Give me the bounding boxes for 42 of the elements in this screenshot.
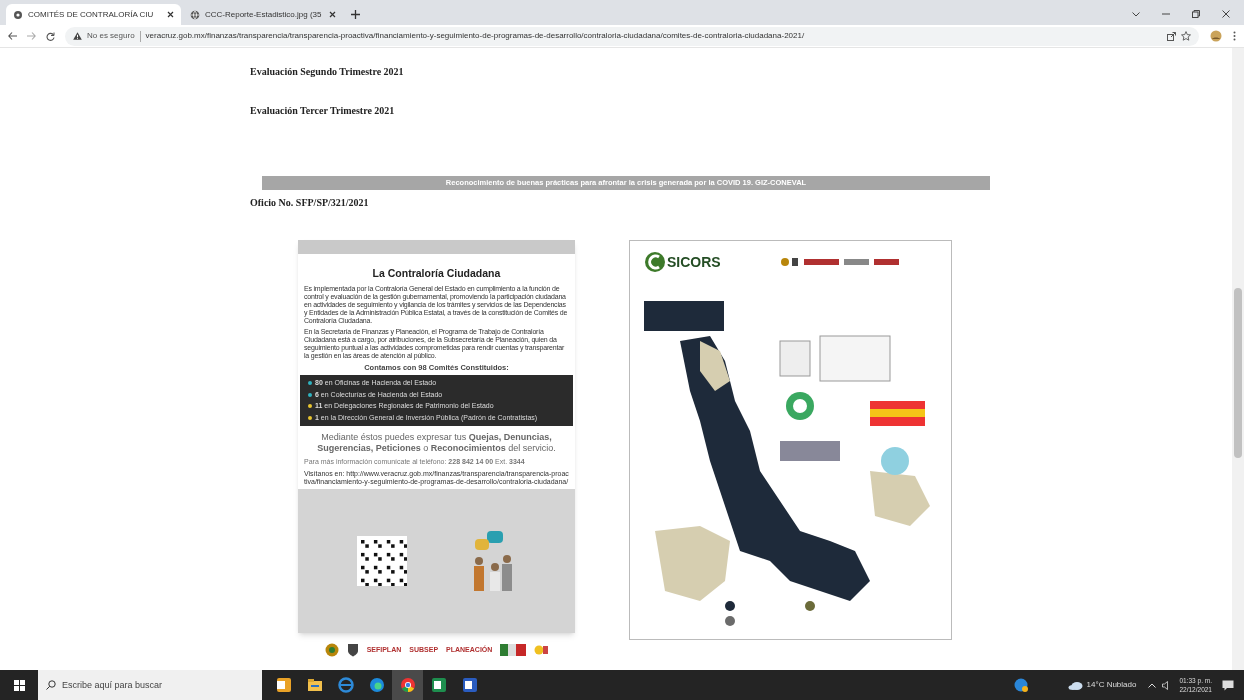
reload-icon[interactable] [46,31,55,41]
new-tab-icon[interactable] [351,10,360,19]
windows-icon [13,679,25,691]
globe-icon [190,9,200,20]
search-icon [46,680,56,690]
qr-code-icon [356,535,407,586]
browser-tab[interactable]: COMITÉS DE CONTRALORÍA CIU [6,4,181,25]
address-bar[interactable]: No es seguro veracruz.gob.mx/finanzas/transparencia/transparencia-proactiva/financiamiento-y-seguimiento-de-programas-de-desarrollo/contraloria-ciudadana/comites-de-contraloria-ciudadana-2021/ [65,26,1199,46]
explorer-app-icon [305,676,324,694]
star-icon[interactable] [1181,31,1191,41]
scrollbar[interactable] [1232,48,1244,670]
poster-message: Mediante éstos puedes expresar tus Quejas, Denuncias, Sugerencias, Peticiones o Reconocimientos del servicio. [316,432,557,454]
close-icon[interactable] [167,11,174,18]
shield-icon [346,643,359,657]
chevron-up-icon[interactable] [1148,682,1157,688]
close-icon[interactable] [1222,10,1230,18]
avatar-icon[interactable] [1209,30,1223,42]
menu-icon[interactable] [1233,31,1236,41]
logo-emblem-icon [644,251,666,273]
restore-icon[interactable] [1192,10,1200,18]
share-icon[interactable] [1167,31,1176,41]
back-arrow-icon[interactable] [8,32,17,40]
chevron-down-icon[interactable] [1132,11,1140,17]
weather-text[interactable]: 14°C Nublado [1086,679,1137,691]
security-label: No es seguro [87,30,135,42]
warning-icon [73,32,82,40]
tab-title: COMITÉS DE CONTRALORÍA CIU [28,8,155,21]
office-number: Oficio No. SFP/SP/321/2021 [250,196,370,210]
help-icon[interactable] [1013,678,1028,692]
notification-icon[interactable] [1222,679,1234,691]
cloud-icon[interactable] [1067,680,1083,690]
sun-logo-icon [534,644,549,656]
report-logo: SICORS [667,252,721,272]
poster-title: La Contraloría Ciudadana [371,266,502,281]
url-text: veracruz.gob.mx/finanzas/transparencia/transparencia-proactiva/financiamiento-y-seguimiento-de-programas-de-desarrollo/contraloria-ciudadana/comites-de-contraloria-ciudadana-2021/ [145,30,806,42]
emblem-icon [324,643,339,657]
search-field[interactable]: Escribe aquí para buscar [38,670,262,700]
close-icon[interactable] [329,11,336,18]
section-heading: Evaluación Segundo Trimestre 2021 [250,65,405,79]
section-heading: Evaluación Tercer Trimestre 2021 [250,104,396,118]
flag-logo-icon [500,644,527,656]
tab-title: CCC-Reporte-Estadistico.jpg (35 [205,8,323,21]
